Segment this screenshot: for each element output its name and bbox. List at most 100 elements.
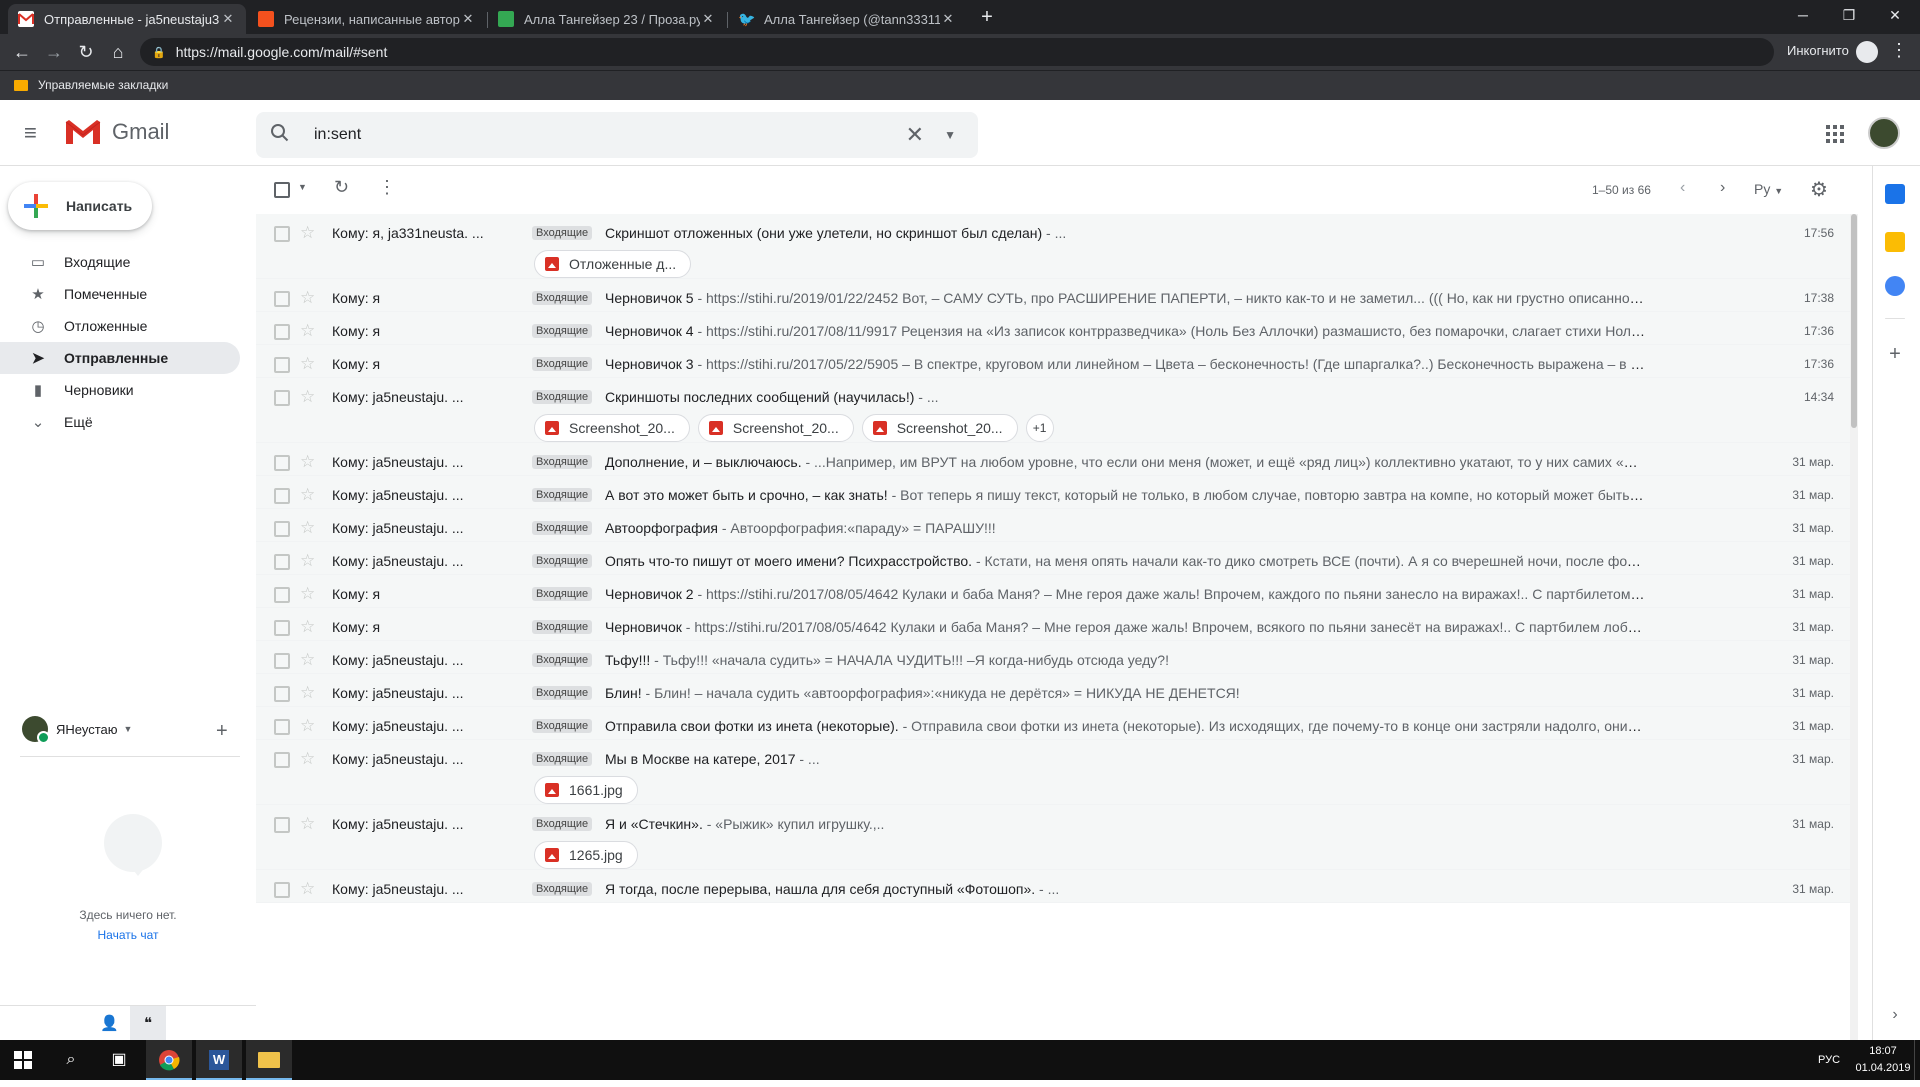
browser-tab-twitter[interactable]: 🐦 Алла Тангейзер (@tann333111a ✕ (728, 4, 966, 34)
label-badge[interactable]: Входящие (532, 653, 593, 667)
calendar-icon[interactable] (1885, 184, 1905, 204)
prev-page-icon[interactable]: ‹ (1680, 179, 1685, 197)
language-indicator[interactable]: РУС (1818, 1040, 1840, 1080)
new-chat-plus-icon[interactable]: + (216, 720, 228, 743)
row-checkbox[interactable] (274, 653, 290, 669)
star-icon[interactable]: ☆ (300, 650, 315, 670)
star-icon[interactable]: ☆ (300, 814, 315, 834)
word-taskbar-icon[interactable]: W (196, 1040, 242, 1080)
email-row[interactable]: ☆ Кому: ja5neustaju. ... Входящие Отправила… (256, 707, 1850, 740)
row-checkbox[interactable] (274, 455, 290, 471)
star-icon[interactable]: ☆ (300, 518, 315, 538)
browser-tab-proza[interactable]: Алла Тангейзер 23 / Проза.ру ✕ (488, 4, 726, 34)
email-row[interactable]: ☆ Кому: я Входящие Черновичок 5 - https://s… (256, 279, 1850, 312)
sidebar-item-5[interactable]: ⌄ Ещё (0, 406, 240, 438)
select-dropdown-icon[interactable]: ▼ (298, 182, 307, 192)
browser-menu-icon[interactable]: ⋮ (1890, 40, 1908, 61)
row-checkbox[interactable] (274, 719, 290, 735)
close-window-icon[interactable]: ✕ (1872, 0, 1918, 30)
email-row[interactable]: ☆ Кому: я Входящие Черновичок 4 - https://s… (256, 312, 1850, 345)
forward-icon[interactable]: → (42, 40, 66, 64)
expand-panel-icon[interactable]: › (1885, 1006, 1905, 1026)
sidebar-item-0[interactable]: ▭ Входящие (0, 246, 240, 278)
sidebar-item-3[interactable]: ➤ Отправленные (0, 342, 240, 374)
add-addon-icon[interactable]: + (1885, 344, 1905, 364)
label-badge[interactable]: Входящие (532, 554, 593, 568)
sidebar-item-1[interactable]: ★ Помеченные (0, 278, 240, 310)
hangouts-chat-icon[interactable]: ❝ (130, 1006, 166, 1041)
taskbar-date[interactable]: 01.04.2019 (1855, 1062, 1911, 1074)
star-icon[interactable]: ☆ (300, 683, 315, 703)
label-badge[interactable]: Входящие (532, 455, 593, 469)
email-row[interactable]: ☆ Кому: ja5neustaju. ... Входящие Тьфу!!! -… (256, 641, 1850, 674)
star-icon[interactable]: ☆ (300, 288, 315, 308)
search-bar[interactable]: in:sent ✕ ▼ (256, 112, 978, 158)
email-list-scrollbar[interactable] (1850, 214, 1858, 1040)
row-checkbox[interactable] (274, 291, 290, 307)
attachment-chip[interactable]: Screenshot_20... (697, 414, 854, 442)
clear-search-icon[interactable]: ✕ (906, 122, 924, 148)
attachment-chip[interactable]: Screenshot_20... (861, 414, 1018, 442)
search-icon[interactable] (270, 123, 294, 147)
tasks-icon[interactable] (1885, 276, 1905, 296)
explorer-taskbar-icon[interactable] (246, 1040, 292, 1080)
label-badge[interactable]: Входящие (532, 817, 593, 831)
star-icon[interactable]: ☆ (300, 223, 315, 243)
email-row[interactable]: ☆ Кому: ja5neustaju. ... Входящие Дополнени… (256, 443, 1850, 476)
attachment-chip[interactable]: Отложенные д... (534, 250, 692, 278)
row-checkbox[interactable] (274, 357, 290, 373)
windows-start-icon[interactable] (0, 1040, 46, 1080)
label-badge[interactable]: Входящие (532, 357, 593, 371)
refresh-icon[interactable]: ↻ (334, 177, 349, 198)
email-row[interactable]: ☆ Кому: я Входящие Черновичок - https://sti… (256, 608, 1850, 641)
more-attachments-chip[interactable]: +1 (1025, 414, 1054, 442)
label-badge[interactable]: Входящие (532, 226, 593, 240)
close-tab-icon[interactable]: ✕ (940, 11, 956, 27)
email-row[interactable]: ☆ Кому: я Входящие Черновичок 3 - https://s… (256, 345, 1850, 378)
email-row[interactable]: ☆ Кому: я Входящие Черновичок 2 - https://s… (256, 575, 1850, 608)
star-icon[interactable]: ☆ (300, 321, 315, 341)
email-row[interactable]: ☆ Кому: я, ja331neusta. ... Входящие Скринш… (256, 214, 1850, 279)
row-checkbox[interactable] (274, 554, 290, 570)
compose-button[interactable]: Написать (8, 182, 152, 230)
row-checkbox[interactable] (274, 817, 290, 833)
taskbar-search-icon[interactable]: ⌕ (48, 1040, 94, 1080)
star-icon[interactable]: ☆ (300, 716, 315, 736)
home-icon[interactable]: ⌂ (106, 40, 130, 64)
row-checkbox[interactable] (274, 226, 290, 242)
label-badge[interactable]: Входящие (532, 719, 593, 733)
star-icon[interactable]: ☆ (300, 584, 315, 604)
row-checkbox[interactable] (274, 587, 290, 603)
search-input[interactable]: in:sent (314, 126, 906, 144)
close-tab-icon[interactable]: ✕ (700, 11, 716, 27)
google-apps-icon[interactable] (1826, 125, 1844, 143)
account-avatar[interactable] (1868, 117, 1900, 149)
contacts-icon[interactable]: 👤 (100, 1014, 119, 1032)
browser-tab-reviews[interactable]: Рецензии, написанные автором ✕ (248, 4, 486, 34)
label-badge[interactable]: Входящие (532, 686, 593, 700)
attachment-chip[interactable]: 1661.jpg (534, 776, 638, 804)
row-checkbox[interactable] (274, 882, 290, 898)
star-icon[interactable]: ☆ (300, 617, 315, 637)
row-checkbox[interactable] (274, 686, 290, 702)
row-checkbox[interactable] (274, 752, 290, 768)
chrome-taskbar-icon[interactable] (146, 1040, 192, 1080)
taskbar-time[interactable]: 18:07 (1858, 1045, 1908, 1057)
reload-icon[interactable]: ↻ (74, 40, 98, 64)
row-checkbox[interactable] (274, 324, 290, 340)
label-badge[interactable]: Входящие (532, 752, 593, 766)
email-row[interactable]: ☆ Кому: ja5neustaju. ... Входящие Я тогда, … (256, 870, 1850, 903)
row-checkbox[interactable] (274, 390, 290, 406)
settings-gear-icon[interactable]: ⚙ (1810, 177, 1828, 202)
main-menu-icon[interactable]: ≡ (24, 122, 48, 146)
scrollbar-thumb[interactable] (1851, 214, 1857, 428)
bookmark-folder[interactable]: Управляемые закладки (14, 78, 168, 92)
label-badge[interactable]: Входящие (532, 324, 593, 338)
row-checkbox[interactable] (274, 620, 290, 636)
keep-icon[interactable] (1885, 232, 1905, 252)
start-chat-link[interactable]: Начать чат (0, 928, 256, 942)
browser-tab-sent[interactable]: Отправленные - ja5neustaju3by ✕ (8, 4, 246, 34)
row-checkbox[interactable] (274, 488, 290, 504)
label-badge[interactable]: Входящие (532, 390, 593, 404)
close-tab-icon[interactable]: ✕ (220, 11, 236, 27)
